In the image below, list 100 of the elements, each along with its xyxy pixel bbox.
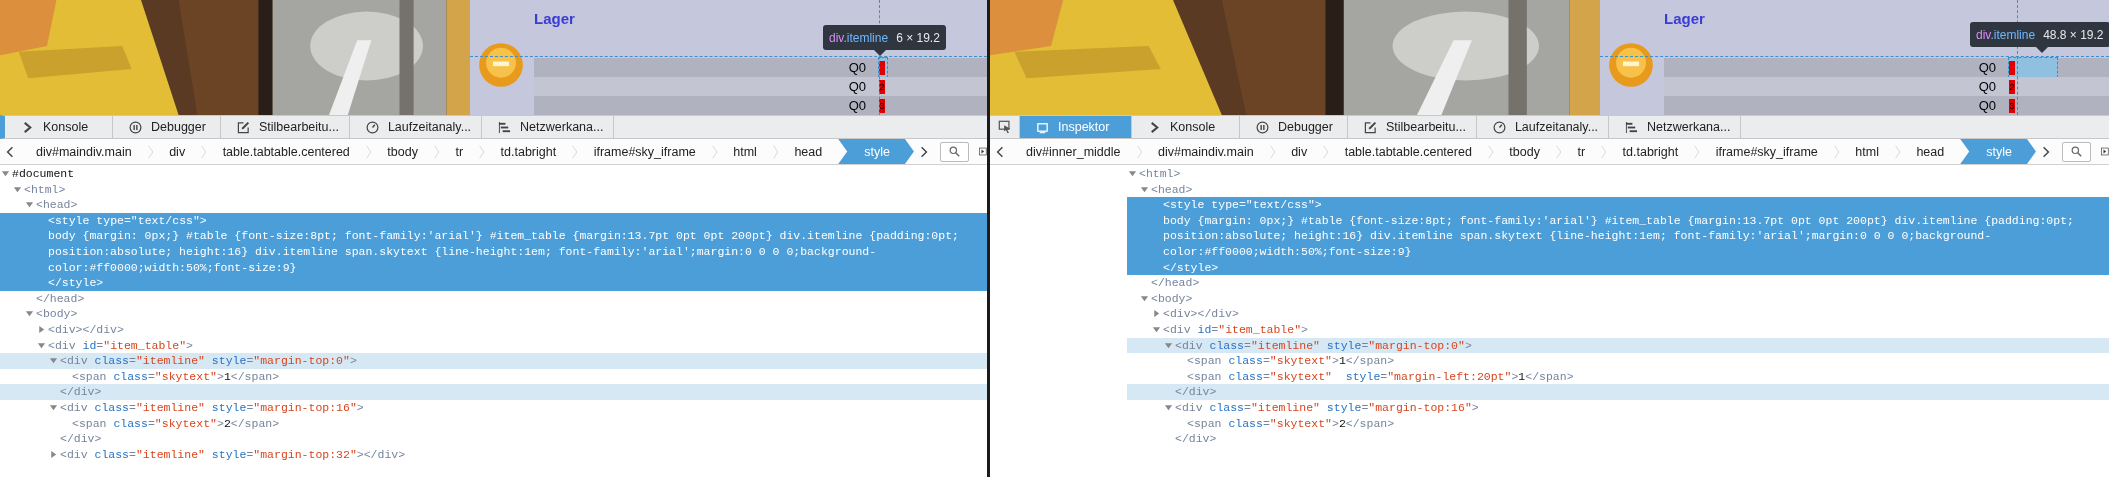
devtools-tab[interactable]: Debugger	[1240, 116, 1348, 138]
devtools-tab[interactable]: Debugger	[113, 116, 221, 138]
table-cell-text: Q0	[1977, 79, 1996, 94]
markup-line[interactable]: <div></div>	[1127, 306, 2109, 322]
row-marker: 3	[2009, 98, 2015, 113]
breadcrumb[interactable]: div#inner_middle	[1010, 139, 1137, 164]
devtools-tab[interactable]: Laufzeitanaly...	[349, 116, 483, 138]
breadcrumb[interactable]: div#maindiv.main	[1142, 139, 1270, 164]
search-field[interactable]	[939, 141, 970, 162]
page-heading: Lager	[534, 10, 575, 27]
markup-line[interactable]: <div class="itemline" style="margin-top:16">	[0, 399, 987, 416]
row-marker: 3	[879, 98, 885, 113]
triangle-icon[interactable]	[1128, 169, 1137, 178]
table-cell-text: Q0	[847, 79, 866, 94]
markup-line[interactable]: <div id="item_table">	[1127, 321, 2109, 338]
markup-line[interactable]: <div></div>	[0, 321, 987, 338]
breadcrumb[interactable]: div	[153, 139, 202, 164]
breadcrumb[interactable]: div#maindiv.main	[20, 139, 148, 164]
breadcrumb[interactable]: html	[1839, 139, 1895, 164]
row-marker: 2	[2009, 79, 2015, 94]
triangle-icon[interactable]	[49, 449, 58, 459]
element-tooltip: div.itemline 6 × 19.2	[823, 25, 946, 50]
markup-line[interactable]: <span class="skytext" style="margin-left:20pt">1</span>	[1127, 368, 2109, 385]
markup-line[interactable]: <head>	[0, 197, 987, 213]
devtools-tab[interactable]: Netzwerkana...	[482, 116, 615, 138]
breadcrumb[interactable]: head	[778, 139, 839, 164]
chevron-icon	[6, 145, 14, 158]
markup-line[interactable]: <span class="skytext">2</span>	[1127, 415, 2109, 432]
devtools-tab[interactable]: Konsole	[5, 116, 113, 138]
pencil-icon	[237, 120, 250, 134]
devtools-tab[interactable]: Stilbearbeitu...	[1348, 116, 1477, 138]
breadcrumb[interactable]: html	[717, 139, 773, 164]
breadcrumb[interactable]: tbody	[371, 139, 434, 164]
triangle-icon[interactable]	[37, 324, 46, 334]
waterfall-icon	[1625, 120, 1639, 134]
breadcrumb[interactable]: iframe#sky_iframe	[1699, 139, 1834, 164]
table-cell-text: Q0	[847, 60, 866, 75]
triangle-icon[interactable]	[1140, 293, 1149, 303]
markup-line[interactable]: </div>	[1127, 431, 2109, 447]
markup-line[interactable]: <html>	[0, 181, 987, 198]
breadcrumb[interactable]: iframe#sky_iframe	[577, 139, 712, 164]
triangle-icon[interactable]	[49, 402, 58, 412]
triangle-icon[interactable]	[1164, 402, 1173, 412]
tooltip-arrow	[874, 50, 886, 56]
triangle-icon[interactable]	[25, 200, 34, 210]
gauge-icon	[365, 120, 379, 134]
devtools-tab[interactable]: Stilbearbeitu...	[221, 116, 350, 138]
breadcrumb[interactable]: tr	[439, 139, 480, 164]
markup-line[interactable]: <span class="skytext">1</span>	[1127, 353, 2109, 369]
markup-line[interactable]: <body>	[1127, 290, 2109, 307]
table-cell-text: Q0	[1977, 60, 1996, 75]
triangle-icon[interactable]	[1152, 309, 1161, 319]
breadcrumb[interactable]: td.tabright	[484, 139, 573, 164]
gauge-icon	[1492, 120, 1506, 134]
markup-line[interactable]: </head>	[0, 290, 987, 307]
triangle-icon[interactable]	[25, 309, 34, 319]
markup-line[interactable]: <span class="skytext">2</span>	[0, 415, 987, 432]
search-field[interactable]	[2061, 141, 2092, 162]
markup-line[interactable]: <body>	[0, 306, 987, 322]
devtools-tab[interactable]: Laufzeitanaly...	[1476, 116, 1610, 138]
breadcrumb[interactable]: table.tabtable.centered	[206, 139, 366, 164]
chevron-icon	[996, 145, 1004, 158]
markup-line[interactable]: <head>	[1127, 181, 2109, 198]
panel-icon[interactable]	[979, 146, 987, 157]
markup-line[interactable]: </head>	[1127, 275, 2109, 291]
triangle-icon[interactable]	[37, 340, 46, 350]
table-cell-text: Q0	[847, 98, 866, 113]
breadcrumb[interactable]: tbody	[1493, 139, 1556, 164]
triangle-icon[interactable]	[49, 356, 58, 366]
devtools-tab[interactable]: Netzwerkana...	[1609, 116, 1742, 138]
row-marker	[2009, 60, 2015, 75]
markup-line[interactable]: <html>	[1127, 166, 2109, 182]
devtools-tab[interactable]: Konsole	[1132, 116, 1240, 138]
triangle-icon[interactable]	[1140, 184, 1149, 194]
chevron-icon	[1148, 120, 1161, 134]
markup-line[interactable]: <div class="itemline" style="margin-top:32"></div>	[0, 446, 987, 463]
table-cell-text: Q0	[1977, 98, 1996, 113]
search-icon	[949, 146, 961, 157]
breadcrumb[interactable]: table.tabtable.centered	[1328, 139, 1488, 164]
markup-line[interactable]: <div class="itemline" style="margin-top:16">	[1127, 399, 2109, 416]
triangle-icon[interactable]	[1164, 340, 1173, 350]
element-tooltip: div.itemline 48.8 × 19.2	[1970, 22, 2109, 47]
breadcrumb[interactable]: head	[1900, 139, 1961, 164]
markup-line[interactable]: </div>	[0, 431, 987, 447]
triangle-icon[interactable]	[1, 169, 10, 178]
box-icon	[1036, 120, 1049, 134]
markup-line[interactable]: <div id="item_table">	[0, 337, 987, 354]
circle-icon	[478, 42, 524, 88]
breadcrumb[interactable]: div	[1275, 139, 1324, 164]
cursor-icon	[997, 120, 1012, 134]
chevron-icon	[919, 145, 928, 158]
triangle-icon[interactable]	[1152, 324, 1161, 334]
markup-line[interactable]: <span class="skytext">1</span>	[0, 368, 987, 385]
panel-icon[interactable]	[2101, 146, 2109, 157]
page-heading: Lager	[1664, 10, 1705, 27]
breadcrumb[interactable]: td.tabright	[1606, 139, 1695, 164]
markup-line[interactable]: #document	[0, 166, 987, 182]
pause-icon	[1256, 120, 1269, 134]
breadcrumb[interactable]: tr	[1561, 139, 1602, 164]
triangle-icon[interactable]	[13, 184, 22, 194]
